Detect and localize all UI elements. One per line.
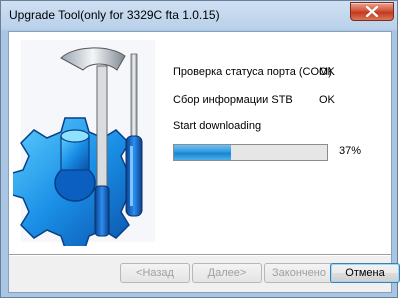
finish-button[interactable]: Закончено (264, 263, 334, 283)
status-result-port-check: OK (319, 66, 335, 78)
status-label-download: Start downloading (173, 120, 262, 132)
close-icon (366, 6, 378, 17)
next-button[interactable]: Далее> (192, 263, 262, 283)
progress-percent: 37% (339, 145, 362, 157)
close-button[interactable] (350, 2, 394, 21)
button-separator (9, 254, 391, 256)
illustration-panel (8, 36, 163, 249)
status-label-port-check: Проверка статуса порта (COM) (173, 66, 332, 78)
gear-wrench-screwdriver-icon (8, 40, 155, 249)
wizard-client-area: Проверка статуса порта (COM) OK Сбор инф… (8, 31, 400, 293)
status-result-stb-info: OK (319, 94, 335, 106)
window-title: Upgrade Tool(only for 3329C fta 1.0.15) (9, 8, 220, 22)
progress-fill (174, 145, 231, 160)
back-button[interactable]: <Назад (120, 263, 190, 283)
app-window: Upgrade Tool(only for 3329C fta 1.0.15) (0, 0, 400, 298)
status-label-stb-info: Сбор информации STB (173, 94, 293, 106)
wizard-page: Проверка статуса порта (COM) OK Сбор инф… (8, 32, 391, 254)
download-progress-bar (173, 144, 328, 161)
title-bar[interactable]: Upgrade Tool(only for 3329C fta 1.0.15) (1, 1, 397, 31)
cancel-button[interactable]: Отмена (330, 263, 400, 283)
